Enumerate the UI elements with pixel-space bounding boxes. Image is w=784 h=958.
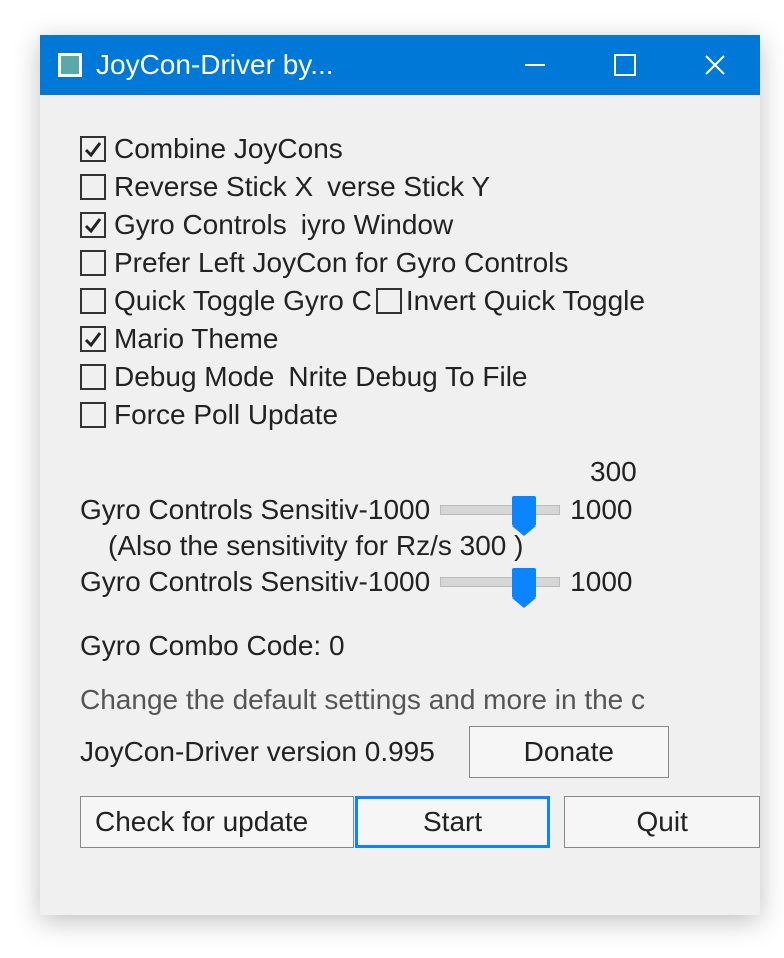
slider1-track[interactable] <box>440 505 560 515</box>
close-button[interactable] <box>670 35 760 95</box>
client-area: Combine JoyCons Reverse Stick X verse St… <box>40 95 760 915</box>
invert-quick-toggle-label: Invert Quick Toggle <box>406 285 645 317</box>
maximize-icon <box>612 52 638 78</box>
combine-joycons-label: Combine JoyCons <box>114 133 343 165</box>
gyro-controls-label: Gyro Controls <box>114 209 287 241</box>
quit-button[interactable]: Quit <box>564 796 760 848</box>
invert-quick-toggle-checkbox[interactable] <box>376 288 402 314</box>
prefer-left-checkbox[interactable] <box>80 250 106 276</box>
slider2-label: Gyro Controls Sensitiv <box>80 566 359 598</box>
settings-hint: Change the default settings and more in … <box>80 684 760 716</box>
prefer-left-label: Prefer Left JoyCon for Gyro Controls <box>114 247 568 279</box>
force-poll-checkbox[interactable] <box>80 402 106 428</box>
force-poll-label: Force Poll Update <box>114 399 338 431</box>
slider1-value: 300 <box>590 456 637 488</box>
mario-theme-checkbox[interactable] <box>80 326 106 352</box>
gyro-combo-code: Gyro Combo Code: 0 <box>80 630 760 662</box>
gyro-window-label: iyro Window <box>301 209 453 241</box>
version-label: JoyCon-Driver version 0.995 <box>80 736 435 768</box>
slider1-max: 1000 <box>570 494 632 526</box>
minimize-button[interactable] <box>490 35 580 95</box>
write-debug-label: Nrite Debug To File <box>288 361 527 393</box>
start-button[interactable]: Start <box>355 796 551 848</box>
mario-theme-label: Mario Theme <box>114 323 278 355</box>
combine-joycons-checkbox[interactable] <box>80 136 106 162</box>
debug-mode-checkbox[interactable] <box>80 364 106 390</box>
app-icon <box>58 53 82 77</box>
quick-toggle-checkbox[interactable] <box>80 288 106 314</box>
close-icon <box>702 52 728 78</box>
reverse-stick-y-label: verse Stick Y <box>327 171 490 203</box>
slider2-thumb[interactable] <box>512 568 536 598</box>
slider2-track[interactable] <box>440 577 560 587</box>
donate-button[interactable]: Donate <box>469 726 669 778</box>
slider1-label: Gyro Controls Sensitiv <box>80 494 359 526</box>
quick-toggle-label: Quick Toggle Gyro C <box>114 285 372 317</box>
slider2-max: 1000 <box>570 566 632 598</box>
app-window: JoyCon-Driver by... Combine JoyCons Reve… <box>40 35 760 915</box>
titlebar: JoyCon-Driver by... <box>40 35 760 95</box>
slider2-min: -1000 <box>359 566 431 598</box>
gyro-controls-checkbox[interactable] <box>80 212 106 238</box>
debug-mode-label: Debug Mode <box>114 361 274 393</box>
slider1-thumb[interactable] <box>512 496 536 526</box>
minimize-icon <box>522 52 548 78</box>
sensitivity-note: (Also the sensitivity for Rz/s 300 ) <box>80 530 760 562</box>
maximize-button[interactable] <box>580 35 670 95</box>
check-updates-button[interactable]: Check for update <box>80 796 354 848</box>
reverse-stick-x-checkbox[interactable] <box>80 174 106 200</box>
slider1-min: -1000 <box>359 494 431 526</box>
window-title: JoyCon-Driver by... <box>96 49 334 81</box>
reverse-stick-x-label: Reverse Stick X <box>114 171 313 203</box>
